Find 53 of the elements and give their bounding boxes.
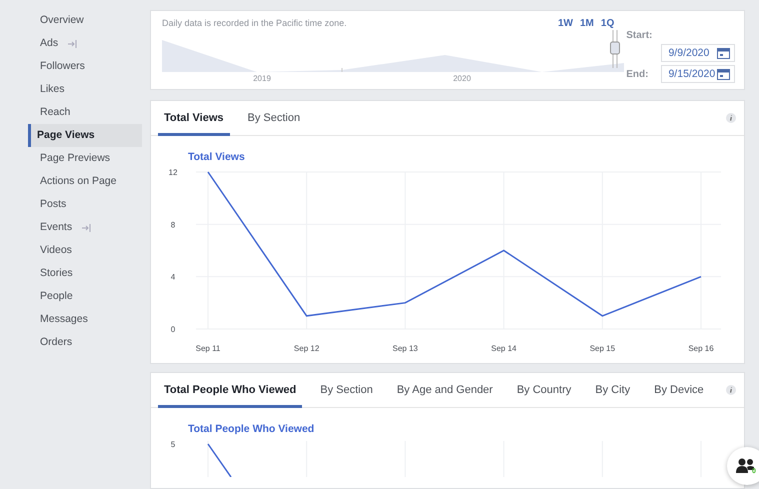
tab[interactable]: Total Views bbox=[158, 101, 230, 136]
start-date-field[interactable]: 9/9/2020 bbox=[661, 44, 736, 62]
sidebar-item[interactable]: Page Previews bbox=[28, 147, 142, 170]
y-axis-tick: 12 bbox=[168, 168, 178, 177]
y-axis-tick: 8 bbox=[170, 220, 176, 230]
people-line bbox=[207, 444, 232, 478]
timeline-year: 2019 bbox=[253, 74, 271, 83]
tab[interactable]: By Age and Gender bbox=[390, 373, 499, 408]
calendar-icon[interactable] bbox=[717, 68, 730, 80]
sidebar-item[interactable]: Messages bbox=[28, 308, 142, 331]
sidebar-item[interactable]: Actions on Page bbox=[28, 170, 142, 193]
tab[interactable]: By Section bbox=[242, 101, 306, 136]
x-axis-label: Sep 14 bbox=[491, 344, 516, 353]
x-axis-label: Sep 16 bbox=[688, 344, 714, 353]
y-axis-tick: 4 bbox=[170, 272, 176, 282]
tab[interactable]: By Device bbox=[648, 373, 710, 408]
x-axis-label: Sep 15 bbox=[590, 344, 616, 353]
sidebar-item[interactable]: Ads bbox=[28, 32, 142, 55]
sidebar-item[interactable]: Overview bbox=[28, 9, 142, 32]
timezone-note: Daily data is recorded in the Pacific time zone. bbox=[162, 18, 347, 28]
chart-title: Total People Who Viewed bbox=[188, 423, 316, 436]
sidebar-item[interactable]: Followers bbox=[28, 55, 142, 78]
sidebar-item[interactable]: Reach bbox=[28, 101, 142, 124]
tab[interactable]: By Section bbox=[314, 373, 379, 408]
chart-title: Total Views bbox=[188, 151, 246, 163]
end-date-field[interactable]: 9/15/2020 bbox=[661, 65, 736, 83]
people-icon bbox=[736, 458, 756, 474]
sidebar-item[interactable]: People bbox=[28, 285, 142, 308]
tab[interactable]: Total People Who Viewed bbox=[158, 373, 302, 408]
x-axis-label: Sep 12 bbox=[294, 344, 320, 353]
y-axis-tick: 0 bbox=[170, 325, 176, 334]
range-preset-link[interactable]: 1W bbox=[558, 18, 573, 32]
x-axis-label: Sep 13 bbox=[392, 344, 418, 353]
sidebar-item[interactable]: Page Views bbox=[28, 124, 142, 147]
info-icon[interactable] bbox=[726, 113, 736, 123]
sidebar-item[interactable]: Events bbox=[28, 216, 142, 239]
sidebar-item[interactable]: Posts bbox=[28, 193, 142, 216]
x-axis-label: Sep 11 bbox=[196, 344, 220, 353]
range-handle-icon[interactable] bbox=[610, 30, 620, 68]
tab[interactable]: By City bbox=[589, 373, 636, 408]
timeline-year: 2020 bbox=[453, 74, 471, 83]
end-label: End: bbox=[626, 68, 648, 80]
y-axis-tick: 5 bbox=[170, 440, 176, 450]
tab[interactable]: By Country bbox=[510, 373, 578, 408]
start-label: Start: bbox=[626, 30, 654, 41]
range-preset-link[interactable]: 1Q bbox=[600, 18, 614, 32]
sidebar-item[interactable]: Stories bbox=[28, 262, 142, 285]
sidebar-item[interactable]: Orders bbox=[28, 331, 142, 354]
sidebar-item[interactable]: Videos bbox=[28, 239, 142, 262]
sidebar-item[interactable]: Likes bbox=[28, 78, 142, 101]
range-preset-link[interactable]: 1M bbox=[580, 18, 594, 32]
info-icon[interactable] bbox=[726, 385, 736, 396]
calendar-icon[interactable] bbox=[717, 48, 730, 58]
